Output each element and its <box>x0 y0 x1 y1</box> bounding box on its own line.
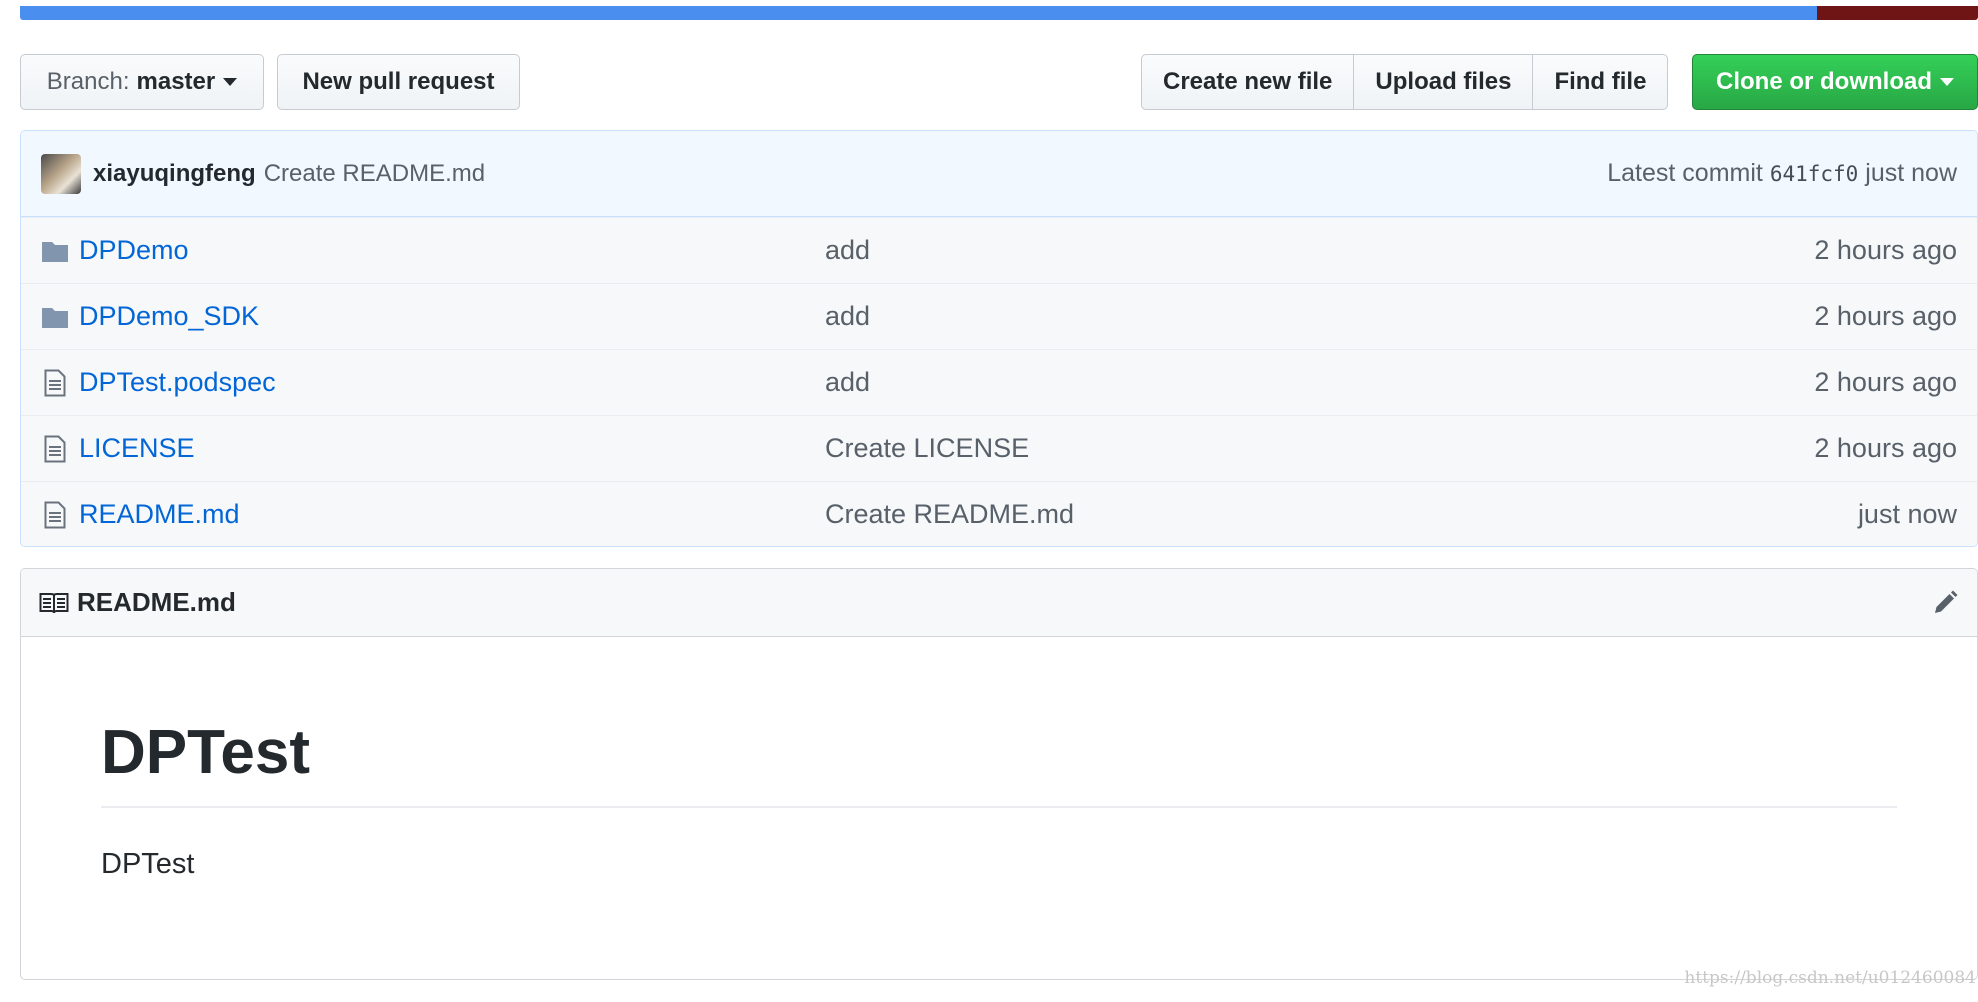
branch-prefix-label: Branch: <box>46 68 130 95</box>
commit-sha-link[interactable]: 641fcf0 <box>1770 162 1859 186</box>
file-navigation-toolbar: Branch: master New pull request Create n… <box>20 54 1978 110</box>
commit-message-link[interactable]: Create README.md <box>264 160 485 188</box>
file-icon <box>41 434 69 464</box>
file-icon <box>41 500 69 530</box>
pencil-icon[interactable] <box>1931 589 1959 617</box>
file-name-link[interactable]: README.md <box>79 499 825 530</box>
readme-header: README.md <box>21 569 1977 637</box>
language-segment-blue <box>20 6 1818 20</box>
readme-content: DPTest DPTest <box>21 637 1977 881</box>
latest-commit-label: Latest commit <box>1607 159 1763 187</box>
avatar[interactable] <box>41 153 81 194</box>
file-commit-message-link[interactable]: add <box>825 235 1725 266</box>
file-name-link[interactable]: DPDemo_SDK <box>79 301 825 332</box>
language-bar <box>20 6 1978 20</box>
file-commit-message-link[interactable]: Create README.md <box>825 499 1725 530</box>
language-segment-dark-red <box>1817 6 1978 20</box>
file-name-link[interactable]: DPDemo <box>79 235 825 266</box>
file-row: DPDemo_SDK add 2 hours ago <box>21 283 1977 349</box>
file-icon <box>41 368 69 398</box>
folder-icon <box>41 302 69 332</box>
branch-name: master <box>136 68 216 95</box>
readme-box: README.md DPTest DPTest <box>20 568 1978 980</box>
watermark-text: https://blog.csdn.net/u012460084 <box>1684 968 1976 988</box>
folder-icon <box>41 236 69 266</box>
file-commit-message-link[interactable]: Create LICENSE <box>825 433 1725 464</box>
file-row: LICENSE Create LICENSE 2 hours ago <box>21 415 1977 481</box>
file-listing: xiayuqingfeng Create README.md Latest co… <box>20 130 1978 547</box>
file-name-link[interactable]: LICENSE <box>79 433 825 464</box>
branch-select-button[interactable]: Branch: master <box>20 54 264 110</box>
file-row: DPTest.podspec add 2 hours ago <box>21 349 1977 415</box>
file-age: 2 hours ago <box>1814 433 1957 463</box>
upload-files-button[interactable]: Upload files <box>1354 55 1534 109</box>
readme-paragraph: DPTest <box>101 848 195 881</box>
readme-heading: DPTest <box>101 717 1897 809</box>
file-row: README.md Create README.md just now <box>21 481 1977 546</box>
file-actions-group: Create new file Upload files Find file <box>1141 54 1669 110</box>
readme-title[interactable]: README.md <box>77 587 236 618</box>
chevron-down-icon <box>1940 78 1954 86</box>
new-pull-request-button[interactable]: New pull request <box>277 54 520 110</box>
commit-time: just now <box>1865 159 1957 187</box>
file-age: 2 hours ago <box>1814 367 1957 397</box>
clone-or-download-button[interactable]: Clone or download <box>1692 54 1978 110</box>
create-new-file-button[interactable]: Create new file <box>1142 55 1355 109</box>
file-commit-message-link[interactable]: add <box>825 367 1725 398</box>
chevron-down-icon <box>223 78 238 86</box>
commit-author-link[interactable]: xiayuqingfeng <box>93 160 256 188</box>
clone-or-download-label: Clone or download <box>1716 68 1932 95</box>
book-icon <box>39 592 69 614</box>
latest-commit-info: Latest commit 641fcf0 just now <box>1607 159 1957 188</box>
file-name-link[interactable]: DPTest.podspec <box>79 367 825 398</box>
file-row: DPDemo add 2 hours ago <box>21 217 1977 283</box>
file-commit-message-link[interactable]: add <box>825 301 1725 332</box>
file-age: 2 hours ago <box>1814 235 1957 265</box>
file-age: 2 hours ago <box>1814 301 1957 331</box>
file-age: just now <box>1857 499 1957 529</box>
find-file-button[interactable]: Find file <box>1533 55 1667 109</box>
latest-commit-bar: xiayuqingfeng Create README.md Latest co… <box>21 131 1977 217</box>
